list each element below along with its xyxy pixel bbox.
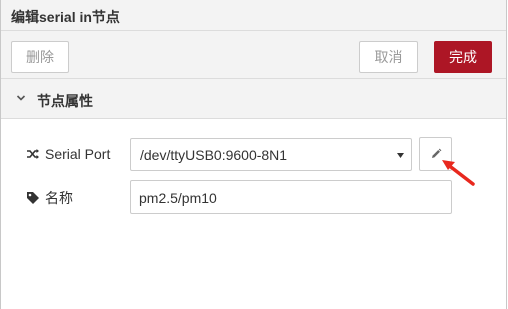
- tag-icon: [27, 192, 39, 204]
- serial-port-value: /dev/ttyUSB0:9600-8N1: [140, 147, 288, 163]
- done-button[interactable]: 完成: [434, 41, 492, 73]
- delete-button[interactable]: 删除: [11, 41, 69, 73]
- section-title: 节点属性: [37, 93, 93, 109]
- annotation-arrow-icon: [442, 160, 475, 186]
- name-label: 名称: [45, 190, 73, 206]
- cancel-button[interactable]: 取消: [359, 41, 418, 73]
- serial-port-label: Serial Port: [45, 146, 111, 162]
- node-properties-section-header[interactable]: 节点属性: [1, 79, 506, 119]
- tray-toolbar: 删除 取消 完成: [1, 31, 506, 79]
- tray-title: 编辑serial in节点: [11, 9, 120, 25]
- name-input-value: pm2.5/pm10: [139, 190, 217, 206]
- edit-node-tray: 编辑serial in节点 删除 取消 完成 节点属性 Serial Port …: [0, 0, 507, 309]
- serial-port-label-row: Serial Port: [26, 146, 110, 162]
- name-label-row: 名称: [26, 188, 73, 208]
- serial-port-select[interactable]: /dev/ttyUSB0:9600-8N1: [130, 138, 412, 171]
- caret-down-icon: [16, 95, 26, 101]
- shuffle-icon: [27, 149, 39, 159]
- select-arrow-icon: [397, 153, 404, 158]
- name-input[interactable]: pm2.5/pm10: [130, 180, 452, 214]
- tray-header: 编辑serial in节点: [1, 0, 506, 31]
